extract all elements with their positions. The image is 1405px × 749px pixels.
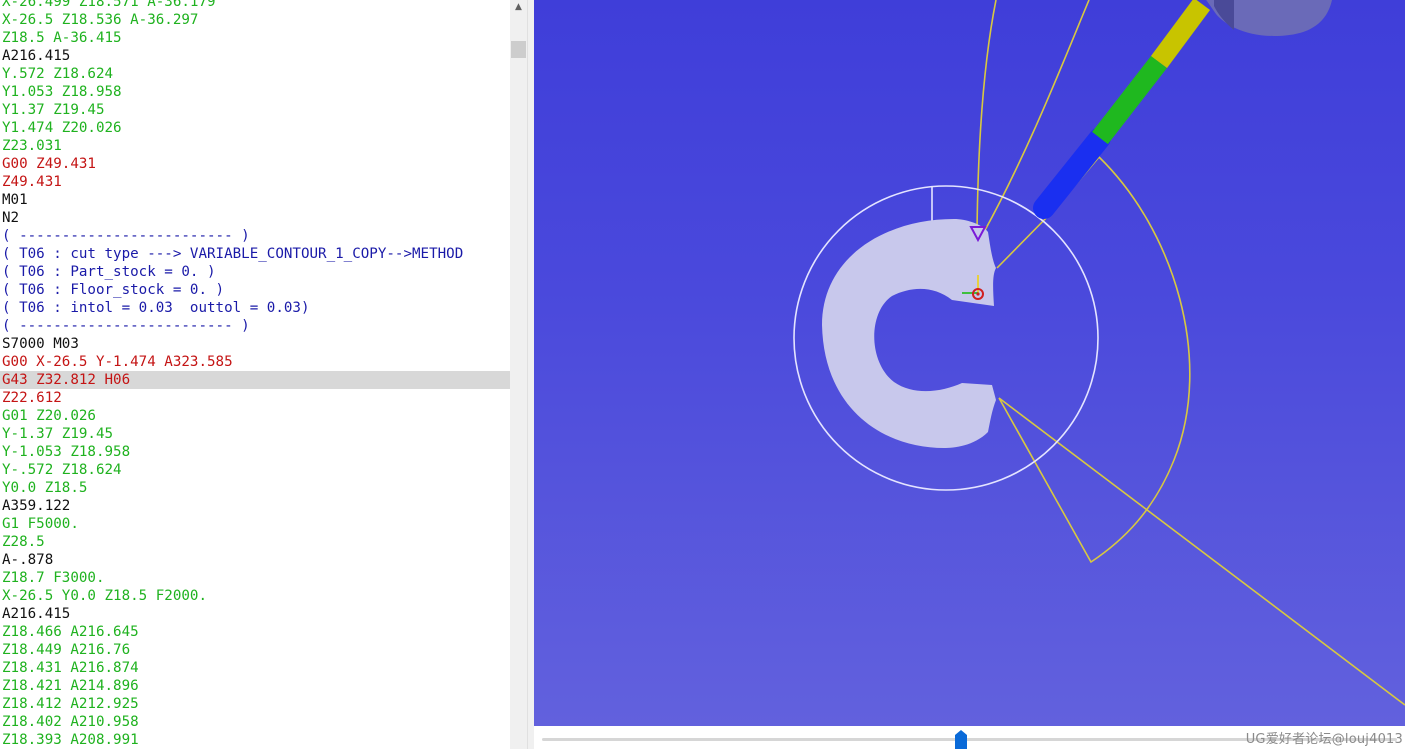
simulation-progress-bar: UG爱好者论坛@louj4013: [534, 726, 1405, 749]
toolpath-lines: [976, 0, 1405, 706]
code-line[interactable]: Z18.421 A214.896: [0, 677, 510, 695]
code-line[interactable]: Z22.612: [0, 389, 510, 407]
nc-code-listing[interactable]: X-26.499 Z18.571 A-36.179 X-26.5 Z18.536 …: [0, 0, 510, 749]
code-line[interactable]: Y0.0 Z18.5: [0, 479, 510, 497]
code-line[interactable]: Z18.5 A-36.415: [0, 29, 510, 47]
tool-cutter-blue: [1033, 127, 1111, 219]
code-line[interactable]: N2: [0, 209, 510, 227]
code-line[interactable]: S7000 M03: [0, 335, 510, 353]
chevron-up-icon: ▲: [515, 2, 522, 12]
code-line[interactable]: Z18.412 A212.925: [0, 695, 510, 713]
toolpath-exit-line: [998, 397, 1405, 706]
code-line[interactable]: ( ------------------------- ): [0, 227, 510, 245]
code-line[interactable]: ( T06 : cut type ---> VARIABLE_CONTOUR_1…: [0, 245, 510, 263]
code-line[interactable]: A359.122: [0, 497, 510, 515]
code-line[interactable]: X-26.499 Z18.571 A-36.179: [0, 0, 510, 11]
code-scrollbar[interactable]: ▲: [510, 0, 527, 749]
code-line[interactable]: Y-.572 Z18.624: [0, 461, 510, 479]
code-line[interactable]: X-26.5 Y0.0 Z18.5 F2000.: [0, 587, 510, 605]
code-line[interactable]: A-.878: [0, 551, 510, 569]
code-line[interactable]: ( T06 : Floor_stock = 0. ): [0, 281, 510, 299]
simulation-viewport[interactable]: [534, 0, 1405, 726]
tool-shank-yellow: [1150, 0, 1211, 68]
code-line[interactable]: ( ------------------------- ): [0, 317, 510, 335]
code-line[interactable]: Y-1.053 Z18.958: [0, 443, 510, 461]
code-line[interactable]: G43 Z32.812 H06: [0, 371, 510, 389]
code-line[interactable]: Z49.431: [0, 173, 510, 191]
code-line[interactable]: Y1.474 Z20.026: [0, 119, 510, 137]
code-line[interactable]: ( T06 : intol = 0.03 outtol = 0.03): [0, 299, 510, 317]
code-lines-container: X-26.499 Z18.571 A-36.179 X-26.5 Z18.536 …: [0, 0, 510, 749]
code-line[interactable]: Z28.5: [0, 533, 510, 551]
code-line[interactable]: Z23.031: [0, 137, 510, 155]
toolpath-approach-right: [983, 0, 1090, 233]
machined-part: [822, 219, 996, 448]
code-line[interactable]: X-26.5 Z18.536 A-36.297: [0, 11, 510, 29]
watermark-text: UG爱好者论坛@louj4013: [1245, 732, 1403, 747]
toolpath-retract-arc: [996, 155, 1191, 564]
code-line[interactable]: Y-1.37 Z19.45: [0, 425, 510, 443]
code-line[interactable]: G01 Z20.026: [0, 407, 510, 425]
code-line[interactable]: Y1.37 Z19.45: [0, 101, 510, 119]
scroll-thumb[interactable]: [511, 41, 526, 58]
code-line[interactable]: Z18.402 A210.958: [0, 713, 510, 731]
code-line[interactable]: A216.415: [0, 47, 510, 65]
code-line[interactable]: G1 F5000.: [0, 515, 510, 533]
code-line[interactable]: M01: [0, 191, 510, 209]
code-line[interactable]: A216.415: [0, 605, 510, 623]
scroll-up-button[interactable]: ▲: [510, 0, 527, 17]
code-line[interactable]: Z18.7 F3000.: [0, 569, 510, 587]
code-line[interactable]: Z18.431 A216.874: [0, 659, 510, 677]
code-line[interactable]: Y.572 Z18.624: [0, 65, 510, 83]
slider-thumb-icon[interactable]: [954, 730, 967, 749]
cutting-tool: [1033, 0, 1332, 219]
code-line[interactable]: Y1.053 Z18.958: [0, 83, 510, 101]
code-line[interactable]: ( T06 : Part_stock = 0. ): [0, 263, 510, 281]
code-line[interactable]: G00 X-26.5 Y-1.474 A323.585: [0, 353, 510, 371]
simulation-scene: [793, 0, 1405, 706]
code-line[interactable]: Z18.449 A216.76: [0, 641, 510, 659]
code-line[interactable]: Z18.393 A208.991: [0, 731, 510, 749]
toolpath-approach-left: [976, 0, 997, 233]
code-line[interactable]: G00 Z49.431: [0, 155, 510, 173]
tool-shank-green: [1092, 55, 1167, 145]
code-line[interactable]: Z18.466 A216.645: [0, 623, 510, 641]
